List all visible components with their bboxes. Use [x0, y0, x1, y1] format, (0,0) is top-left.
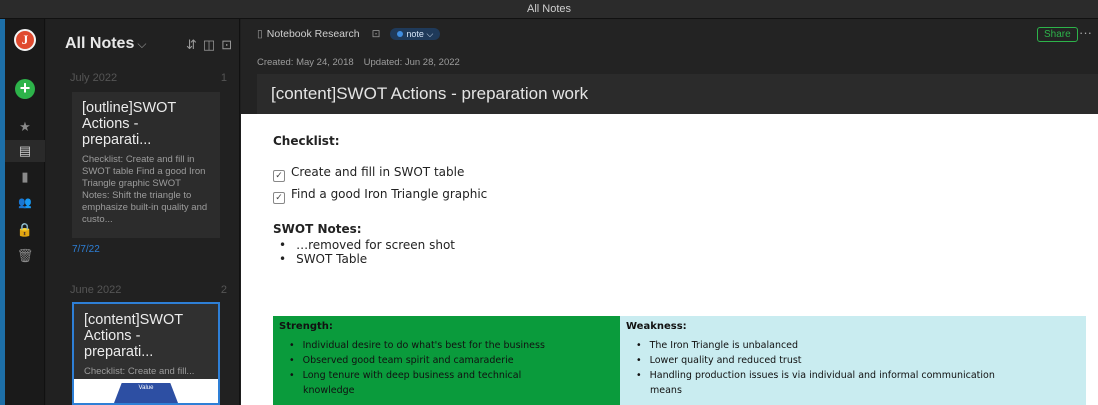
shared-icon[interactable]: 👥	[5, 196, 45, 209]
notebook-icon: ▯	[257, 28, 263, 40]
notebook-icon[interactable]: ▮	[5, 169, 45, 185]
list-item: The Iron Triangle is unbalanced	[636, 338, 995, 353]
checklist-item[interactable]: ✓ Find a good Iron Triangle graphic	[273, 187, 487, 204]
checklist-item-text: Find a good Iron Triangle graphic	[291, 187, 488, 201]
checklist-item[interactable]: ✓ Create and fill in SWOT table	[273, 165, 464, 182]
notes-icon[interactable]: ▤	[5, 140, 45, 162]
more-options-icon[interactable]: ···	[1079, 25, 1092, 40]
window-title: All Notes	[0, 0, 1098, 19]
notebook-name[interactable]: Notebook Research	[267, 28, 360, 40]
strength-list: Individual desire to do what's best for …	[289, 338, 545, 398]
section-label: June 2022	[70, 284, 122, 296]
weakness-list: The Iron Triangle is unbalanced Lower qu…	[636, 338, 995, 398]
note-card[interactable]: [outline]SWOT Actions - preparati... Che…	[72, 92, 220, 238]
list-item: Observed good team spirit and camaraderi…	[289, 353, 545, 368]
note-editor: ▯ Notebook Research ⊡ note ⌵ Share ··· Crea…	[241, 19, 1098, 405]
note-thumbnail: Value	[74, 379, 218, 403]
checklist-heading: Checklist:	[273, 134, 340, 148]
view-icon[interactable]: ◫	[203, 37, 221, 52]
lock-icon[interactable]: 🔒	[5, 222, 45, 238]
note-list-title-text: All Notes	[65, 35, 135, 52]
section-label: July 2022	[70, 72, 118, 84]
checklist-item-text: Create and fill in SWOT table	[291, 165, 465, 179]
swot-notes-heading: SWOT Notes:	[273, 222, 362, 236]
list-item: Handling production issues is via indivi…	[636, 368, 995, 383]
strength-heading: Strength:	[279, 321, 333, 332]
star-icon[interactable]: ★	[5, 119, 45, 135]
swot-notes-list: …removed for screen shot SWOT Table	[279, 238, 455, 266]
date-link[interactable]: 7/7/22	[72, 244, 100, 255]
note-list-title[interactable]: All Notes ⌵	[65, 35, 146, 53]
swot-weakness-cell[interactable]: Weakness: The Iron Triangle is unbalance…	[620, 316, 1086, 405]
note-card-snippet: Checklist: Create and fill...	[84, 366, 195, 377]
share-button[interactable]: Share	[1037, 27, 1078, 42]
note-card-snippet: Checklist: Create and fill in SWOT table…	[82, 154, 208, 225]
new-note-button[interactable]: +	[15, 79, 35, 99]
weakness-heading: Weakness:	[626, 321, 687, 332]
note-list: All Notes ⌵ ⇵◫⊡ July 2022 1 [outline]SWOT…	[46, 19, 240, 405]
section-count: 1	[220, 72, 227, 84]
lock-icon[interactable]: ⊡	[221, 37, 238, 52]
note-tag[interactable]: note ⌵	[390, 28, 441, 40]
lock-icon[interactable]: ⊡	[372, 28, 381, 40]
checkbox-checked-icon[interactable]: ✓	[273, 170, 285, 182]
list-item: SWOT Table	[279, 252, 455, 266]
note-card-title: [content]SWOT Actions - preparati...	[84, 312, 183, 360]
checkbox-checked-icon[interactable]: ✓	[273, 192, 285, 204]
tag-label: note	[406, 29, 424, 39]
swot-strength-cell[interactable]: Strength: Individual desire to do what's…	[273, 316, 620, 405]
list-item-continuation: means	[650, 385, 682, 396]
note-card-selected[interactable]: [content]SWOT Actions - preparati... Che…	[72, 302, 220, 405]
thumbnail-label: Value	[114, 383, 178, 403]
note-meta: Created: May 24, 2018 Updated: Jun 28, 20…	[257, 57, 460, 68]
created-date: Created: May 24, 2018	[257, 57, 354, 68]
updated-date: Updated: Jun 28, 2022	[363, 57, 460, 68]
tag-dot-icon	[397, 31, 404, 37]
account-avatar[interactable]: J	[14, 29, 36, 51]
list-item-continuation: knowledge	[303, 385, 355, 396]
breadcrumb: ▯ Notebook Research ⊡ note ⌵	[257, 28, 441, 40]
list-item: Lower quality and reduced trust	[636, 353, 995, 368]
note-body[interactable]: Checklist: ✓ Create and fill in SWOT tabl…	[241, 114, 1098, 405]
note-card-title: [outline]SWOT Actions - preparati...	[82, 100, 177, 148]
section-count: 2	[220, 284, 227, 296]
list-item: Individual desire to do what's best for …	[289, 338, 545, 353]
list-item: Long tenure with deep business and techn…	[289, 368, 545, 383]
list-item: …removed for screen shot	[279, 238, 455, 252]
chevron-down-icon: ⌵	[137, 37, 147, 51]
sort-icon[interactable]: ⇵	[186, 37, 203, 52]
trash-icon[interactable]: 🗑	[5, 248, 45, 264]
sidebar: J + ★ ▤ ▮ 👥 🔒 🗑	[5, 19, 45, 405]
note-list-tools: ⇵◫⊡	[186, 37, 238, 53]
note-title[interactable]: [content]SWOT Actions - preparation work	[257, 74, 1098, 114]
